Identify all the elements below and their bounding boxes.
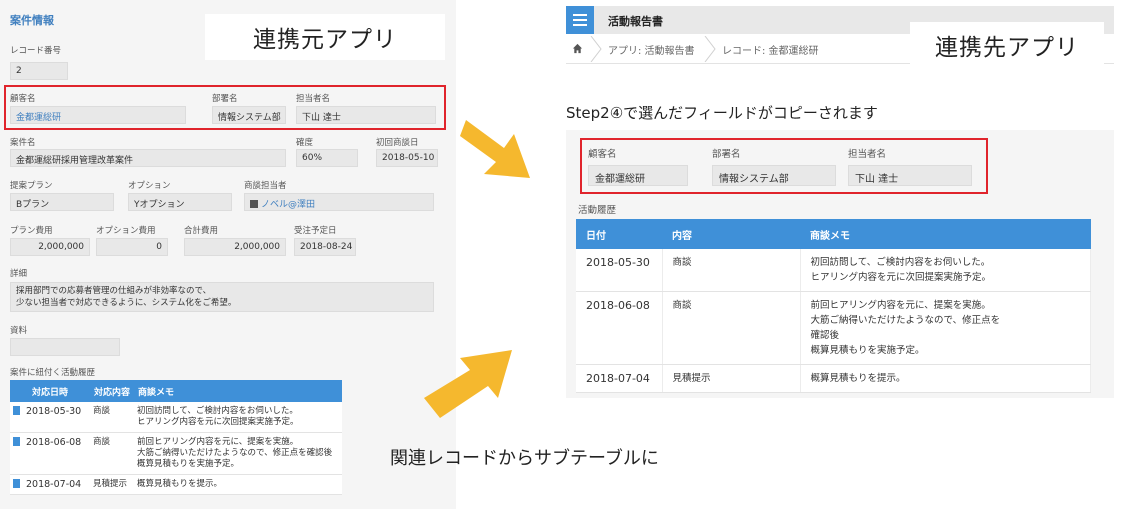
probability-label: 確度 [296, 138, 314, 148]
activity-subtable: 日付 内容 商談メモ 2018-05-30 商談 初回訪問して、ご検討内容をお伺… [576, 219, 1091, 393]
person-field: 下山 達士 [296, 106, 436, 124]
table-row[interactable]: 2018-05-30 商談 初回訪問して、ご検討内容をお伺いした。 ヒアリング内… [10, 402, 342, 433]
step-caption: Step2④で選んだフィールドがコピーされます [566, 104, 878, 122]
memo-cell: 前回ヒアリング内容を元に、提案を実施。 大筋ご納得いただけたようなので、修正点を… [134, 432, 342, 475]
sales-rep-field[interactable]: ノベル@澤田 [244, 193, 434, 211]
option-cost-label: オプション費用 [96, 226, 156, 236]
memo-cell: 初回訪問して、ご検討内容をお伺いした。 ヒアリング内容を元に次回提案実施予定。 [134, 402, 342, 433]
option-field: Yオプション [128, 193, 232, 211]
breadcrumb-separator-icon [704, 36, 716, 62]
department-field: 情報システム部 [712, 165, 836, 186]
target-app-callout: 連携先アプリ [910, 22, 1104, 68]
order-date-label: 受注予定日 [294, 226, 337, 236]
option-cost-field: 0 [96, 238, 168, 256]
memo-cell: 概算見積もりを提示。 [800, 364, 1091, 393]
detail-label: 詳細 [10, 269, 28, 279]
customer-field: 金都運総研 [588, 165, 688, 186]
user-icon [250, 200, 258, 208]
breadcrumb-app-link[interactable]: アプリ: 活動報告書 [608, 42, 695, 57]
record-number-label: レコード番号 [10, 46, 62, 56]
table-row: 2018-06-08 商談 前回ヒアリング内容を元に、提案を実施。 大筋ご納得い… [576, 291, 1091, 365]
arrow-right-icon [460, 120, 530, 178]
case-name-field: 金都運総研採用管理改革案件 [10, 149, 286, 167]
document-icon[interactable] [13, 437, 20, 446]
department-label: 部署名 [212, 94, 238, 104]
plan-label: 提案プラン [10, 181, 53, 191]
column-header: 対応内容 [90, 380, 134, 402]
document-icon[interactable] [13, 406, 20, 415]
memo-cell: 概算見積もりを提示。 [134, 474, 342, 495]
probability-field: 60% [296, 149, 358, 167]
column-header: 対応日時 [10, 380, 90, 402]
source-app-callout: 連携元アプリ [205, 14, 445, 60]
related-records-table: 対応日時 対応内容 商談メモ 2018-05-30 商談 初回訪問して、ご検討内… [10, 380, 342, 495]
first-meeting-field: 2018-05-10 [376, 149, 438, 167]
sales-rep-value: ノベル@澤田 [261, 200, 316, 210]
option-label: オプション [128, 181, 171, 191]
breadcrumb-record: レコード: 金都運総研 [722, 46, 819, 57]
plan-cost-label: プラン費用 [10, 226, 53, 236]
case-name-label: 案件名 [10, 138, 36, 148]
column-header: 日付 [576, 219, 662, 249]
related-records-label: 案件に紐付く活動履歴 [10, 368, 96, 378]
app-title: 活動報告書 [608, 15, 663, 28]
table-row[interactable]: 2018-07-04 見積提示 概算見積もりを提示。 [10, 474, 342, 495]
person-label: 担当者名 [296, 94, 331, 104]
person-label: 担当者名 [848, 149, 887, 160]
total-cost-field: 2,000,000 [184, 238, 286, 256]
record-form: 顧客名 金都運総研 部署名 情報システム部 担当者名 下山 達士 活動履歴 日付… [566, 130, 1114, 398]
history-label: 活動履歴 [578, 205, 617, 216]
bottom-caption: 関連レコードからサブテーブルに [390, 448, 659, 469]
first-meeting-label: 初回商談日 [376, 138, 419, 148]
plan-cost-field: 2,000,000 [10, 238, 90, 256]
material-field[interactable] [10, 338, 120, 356]
table-row: 2018-05-30 商談 初回訪問して、ご検討内容をお伺いした。 ヒアリング内… [576, 249, 1091, 292]
document-icon[interactable] [13, 479, 20, 488]
customer-field[interactable]: 金都運総研 [10, 106, 186, 124]
home-icon[interactable] [572, 43, 583, 54]
breadcrumb-separator-icon [590, 36, 602, 62]
column-header: 商談メモ [134, 380, 342, 402]
total-cost-label: 合計費用 [184, 226, 219, 236]
department-field: 情報システム部 [212, 106, 286, 124]
plan-field: Bプラン [10, 193, 114, 211]
app-menu-icon[interactable] [566, 6, 594, 34]
record-number-field: 2 [10, 62, 68, 80]
table-row: 2018-07-04 見積提示 概算見積もりを提示。 [576, 364, 1091, 393]
person-field: 下山 達士 [848, 165, 972, 186]
page-title: 案件情報 [10, 14, 54, 27]
memo-cell: 前回ヒアリング内容を元に、提案を実施。 大筋ご納得いただけたようなので、修正点を… [800, 291, 1091, 365]
memo-cell: 初回訪問して、ご検討内容をお伺いした。 ヒアリング内容を元に次回提案実施予定。 [800, 249, 1091, 292]
material-label: 資料 [10, 326, 28, 336]
department-label: 部署名 [712, 149, 741, 160]
detail-field: 採用部門での応募者管理の仕組みが非効率なので、 少ない担当者で対応できるように、… [10, 282, 434, 312]
customer-label: 顧客名 [588, 149, 617, 160]
target-record-panel: 活動報告書 アプリ: 活動報告書 レコード: 金都運総研 連携先アプリ Step… [566, 0, 1114, 509]
source-record-panel: 案件情報 連携元アプリ レコード番号 2 顧客名 金都運総研 部署名 情報システ… [0, 0, 456, 509]
customer-label: 顧客名 [10, 94, 36, 104]
column-header: 商談メモ [800, 219, 1091, 249]
table-row[interactable]: 2018-06-08 商談 前回ヒアリング内容を元に、提案を実施。 大筋ご納得い… [10, 432, 342, 475]
sales-rep-label: 商談担当者 [244, 181, 287, 191]
arrow-up-right-icon [424, 350, 512, 418]
order-date-field: 2018-08-24 [294, 238, 356, 256]
column-header: 内容 [662, 219, 800, 249]
